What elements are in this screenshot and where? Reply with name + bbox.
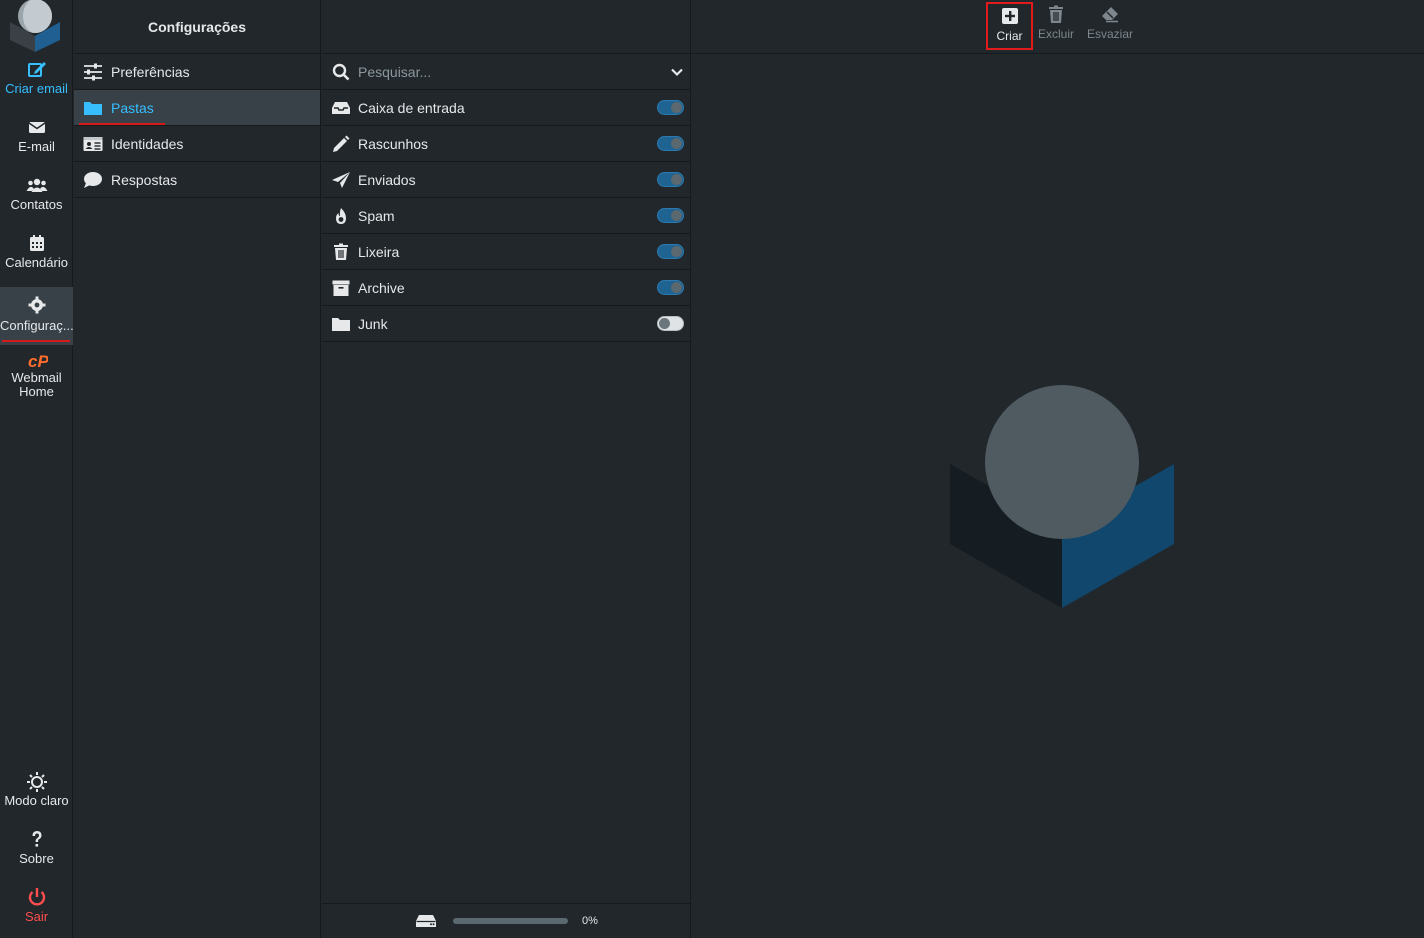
- trash-icon: [1049, 5, 1063, 23]
- folder-name: Enviados: [358, 171, 416, 188]
- nav-contacts-label: Contatos: [10, 197, 63, 212]
- folder-row-spam[interactable]: Spam: [322, 198, 690, 234]
- quota-percent: 0%: [582, 915, 598, 927]
- nav-contacts[interactable]: Contatos: [0, 174, 73, 232]
- envelope-icon: [28, 122, 45, 133]
- folder-icon: [332, 317, 350, 331]
- settings-sidebar: Configurações Preferências Pastas Identi…: [74, 0, 321, 938]
- settings-item-responses[interactable]: Respostas: [74, 162, 320, 198]
- nav-light-mode-label: Modo claro: [4, 793, 69, 808]
- archive-icon: [332, 280, 350, 296]
- paper-plane-icon: [332, 171, 350, 188]
- settings-title: Configurações: [74, 0, 320, 54]
- plus-square-icon: [1001, 8, 1018, 24]
- cpanel-icon: cP: [28, 352, 48, 370]
- users-icon: [26, 178, 47, 192]
- nav-about[interactable]: Sobre: [0, 828, 73, 886]
- settings-item-label: Respostas: [111, 171, 178, 188]
- folder-name: Spam: [358, 207, 395, 224]
- nav-settings-label: Configuraç...: [0, 318, 73, 333]
- roundcube-app: Criar email E-mail Contatos Calendário C…: [0, 0, 1424, 938]
- subscribe-toggle[interactable]: [657, 136, 684, 151]
- folder-row-drafts[interactable]: Rascunhos: [322, 126, 690, 162]
- nav-mail[interactable]: E-mail: [0, 116, 73, 174]
- quota-footer: 0%: [322, 903, 691, 938]
- subscribe-toggle[interactable]: [657, 172, 684, 187]
- settings-item-folders[interactable]: Pastas: [74, 90, 320, 126]
- toolbar: Criar Excluir Esvaziar: [692, 0, 1424, 54]
- nav-calendar-label: Calendário: [5, 255, 68, 270]
- quota-progress-bar: [453, 918, 569, 924]
- chevron-down-icon[interactable]: [670, 65, 684, 79]
- folders-list-panel: Caixa de entrada Rascunhos Enviados Spam…: [322, 0, 691, 938]
- sun-icon: [26, 772, 47, 792]
- nav-calendar[interactable]: Calendário: [0, 232, 73, 290]
- pencil-icon: [333, 135, 350, 152]
- nav-settings[interactable]: Configuraç...: [0, 287, 73, 345]
- inbox-icon: [332, 101, 350, 114]
- power-icon: [28, 888, 45, 906]
- subscribe-toggle[interactable]: [657, 100, 684, 115]
- delete-folder-label: Excluir: [1037, 27, 1074, 41]
- settings-item-identities[interactable]: Identidades: [74, 126, 320, 162]
- subscribe-toggle[interactable]: [657, 208, 684, 223]
- create-folder-label: Criar: [996, 29, 1023, 43]
- folder-icon: [84, 101, 102, 115]
- nav-light-mode[interactable]: Modo claro: [0, 770, 73, 828]
- search-icon[interactable]: [332, 63, 350, 81]
- settings-item-label: Preferências: [111, 63, 190, 80]
- trash-icon: [334, 243, 348, 260]
- folders-header: [322, 0, 690, 54]
- folder-search-input[interactable]: [358, 63, 670, 80]
- folder-name: Rascunhos: [358, 135, 429, 152]
- subscribe-toggle[interactable]: [657, 244, 684, 259]
- selected-item-indicator: [79, 123, 165, 125]
- folder-name: Junk: [358, 315, 388, 332]
- roundcube-watermark-logo: [950, 385, 1174, 608]
- folder-search: [322, 54, 690, 90]
- svg-text:cP: cP: [28, 352, 48, 370]
- folder-row-archive[interactable]: Archive: [322, 270, 690, 306]
- nav-compose-label: Criar email: [5, 81, 68, 96]
- nav-logout-label: Sair: [24, 909, 49, 924]
- comment-icon: [84, 171, 102, 188]
- fire-icon: [336, 207, 346, 224]
- id-card-icon: [83, 136, 103, 151]
- folder-name: Lixeira: [358, 243, 400, 260]
- empty-folder-button[interactable]: Esvaziar: [1082, 2, 1138, 50]
- settings-item-preferences[interactable]: Preferências: [74, 54, 320, 90]
- folder-row-sent[interactable]: Enviados: [322, 162, 690, 198]
- nav-mail-label: E-mail: [18, 139, 55, 154]
- hard-drive-icon: [416, 915, 437, 927]
- nav-webmail-home-label: Webmail Home: [11, 371, 62, 399]
- main-navigation: Criar email E-mail Contatos Calendário C…: [0, 0, 73, 938]
- delete-folder-button[interactable]: Excluir: [1034, 2, 1078, 50]
- content-frame: Criar Excluir Esvaziar: [692, 0, 1424, 938]
- folder-row-junk[interactable]: Junk: [322, 306, 690, 342]
- gear-icon: [28, 296, 45, 314]
- roundcube-logo[interactable]: [8, 0, 64, 52]
- settings-item-label: Identidades: [111, 135, 184, 152]
- eraser-icon: [1102, 7, 1118, 23]
- nav-logout[interactable]: Sair: [0, 886, 73, 938]
- nav-compose[interactable]: Criar email: [0, 58, 73, 116]
- subscribe-toggle[interactable]: [657, 280, 684, 295]
- empty-folder-label: Esvaziar: [1086, 27, 1133, 41]
- question-icon: [32, 831, 41, 847]
- folder-name: Archive: [358, 279, 405, 296]
- create-folder-button[interactable]: Criar: [986, 2, 1033, 50]
- subscribe-toggle[interactable]: [657, 316, 684, 331]
- compose-icon: [27, 62, 46, 77]
- nav-webmail-home[interactable]: cP Webmail Home: [0, 352, 73, 408]
- folder-row-trash[interactable]: Lixeira: [322, 234, 690, 270]
- settings-item-label: Pastas: [111, 99, 154, 116]
- nav-about-label: Sobre: [19, 851, 54, 866]
- folder-row-inbox[interactable]: Caixa de entrada: [322, 90, 690, 126]
- active-nav-indicator: [2, 340, 70, 342]
- sliders-icon: [84, 63, 102, 80]
- calendar-icon: [29, 235, 44, 251]
- folder-name: Caixa de entrada: [358, 99, 465, 116]
